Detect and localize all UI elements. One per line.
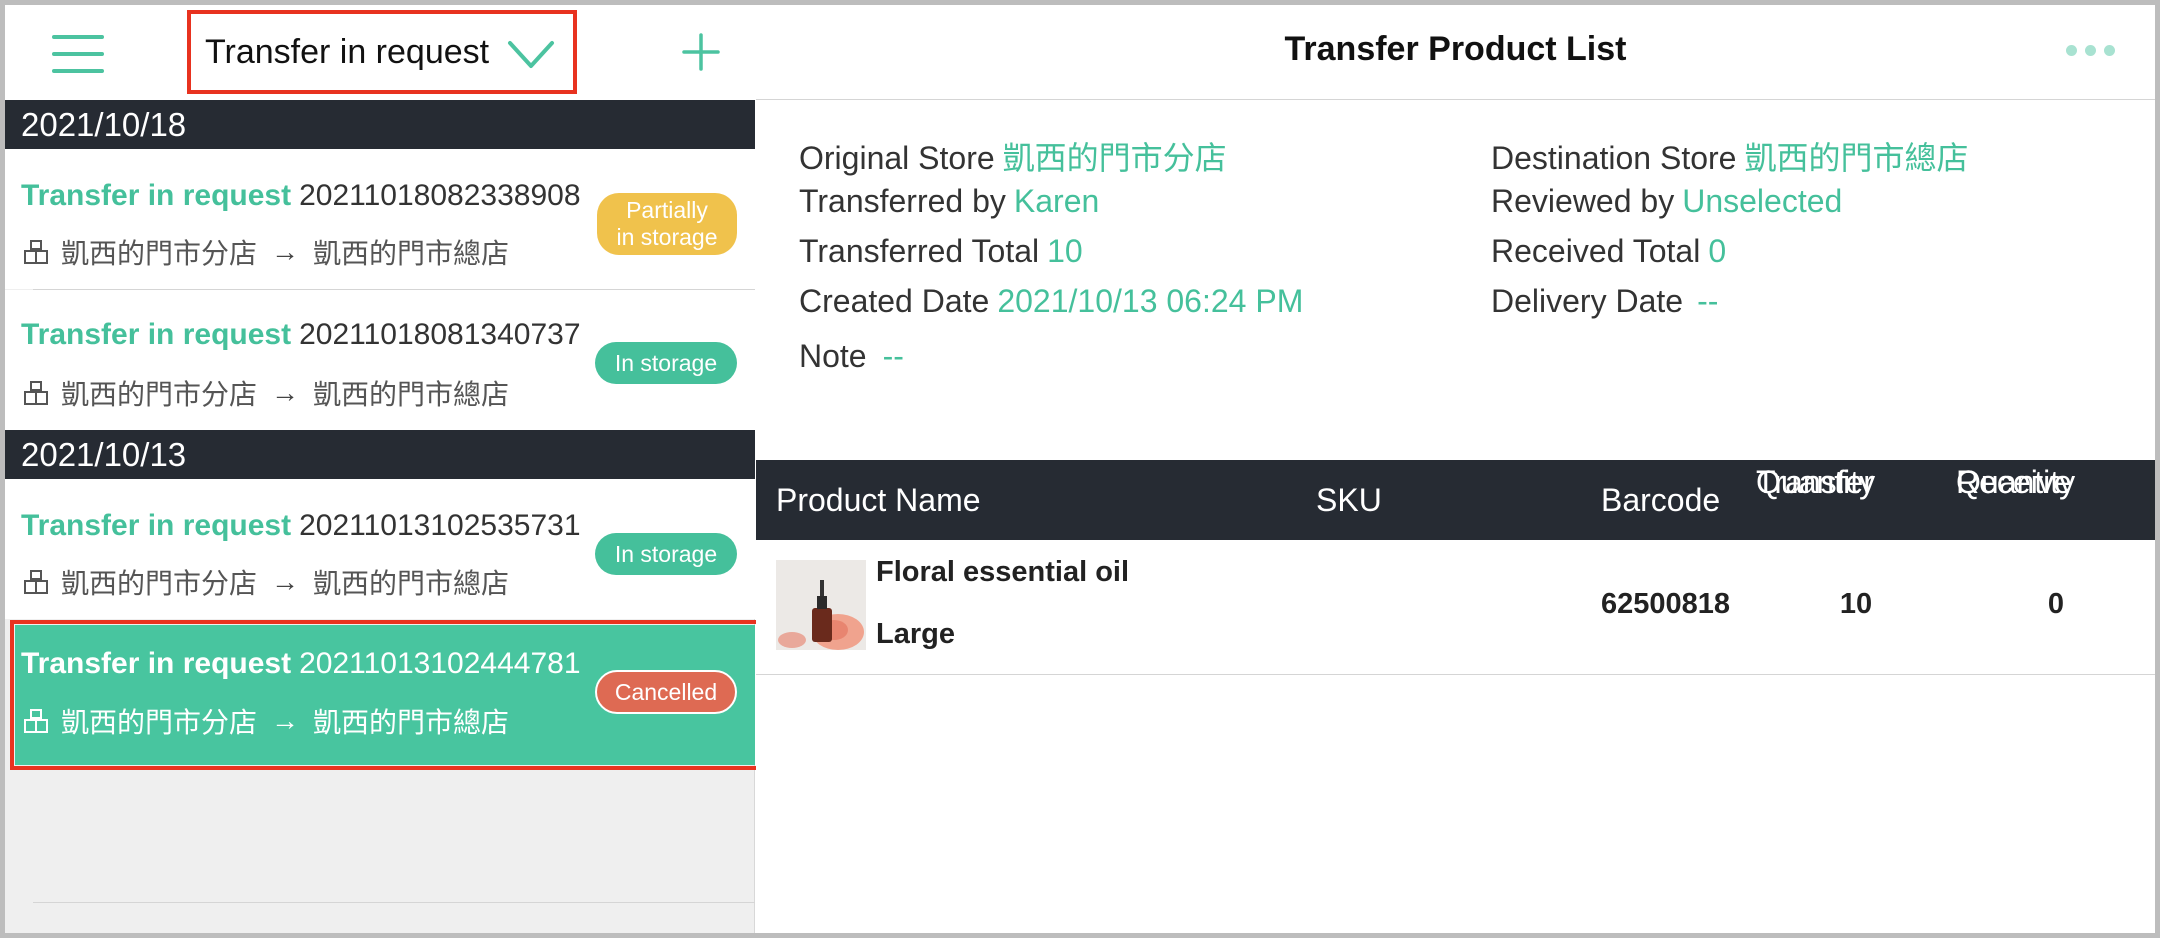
detail-header: Transfer Product List xyxy=(756,5,2155,100)
col-product-name: Product Name xyxy=(776,482,981,518)
product-barcode: 62500818 xyxy=(1601,588,1731,620)
to-store: 凱西的門市總店 xyxy=(313,707,510,738)
date-header: 2021/10/18 xyxy=(5,100,755,149)
arrow-right-icon: → xyxy=(271,377,300,408)
status-badge: In storage xyxy=(595,533,737,575)
receive-quantity: 0 xyxy=(2047,588,2065,620)
list-item[interactable]: Transfer in request 20211018082338908 凱西的… xyxy=(5,149,755,289)
col-barcode: Barcode xyxy=(1601,482,1721,518)
from-store: 凱西的門市分店 xyxy=(61,568,258,599)
list-header: Transfer in request xyxy=(5,5,755,100)
list-item[interactable]: Transfer in request 20211013102535731 凱西的… xyxy=(5,479,755,619)
chevron-down-icon xyxy=(508,41,554,68)
delivery-date: Delivery Date -- xyxy=(1491,283,1719,319)
transfer-number: 20211013102444781 xyxy=(299,647,581,680)
transfer-number: 20211013102535731 xyxy=(299,509,581,542)
transfer-quantity: 10 xyxy=(1839,588,1873,620)
arrow-right-icon: → xyxy=(271,236,300,267)
original-store: Original Store 凱西的門市分店 xyxy=(799,140,1227,176)
transfer-type-dropdown[interactable]: Transfer in request xyxy=(187,10,577,94)
table-row[interactable]: Floral essential oil Large 62500818 10 0 xyxy=(756,540,2155,675)
transfer-number: 20211018081340737 xyxy=(299,318,581,351)
store-icon xyxy=(24,381,48,405)
page-title: Transfer Product List xyxy=(1284,30,1627,68)
status-badge: Cancelled xyxy=(595,670,737,714)
divider xyxy=(33,902,755,903)
store-icon xyxy=(24,570,48,594)
from-store: 凱西的門市分店 xyxy=(61,238,258,269)
to-store: 凱西的門市總店 xyxy=(313,379,510,410)
destination-store: Destination Store 凱西的門市總店 xyxy=(1491,140,1969,176)
to-store: 凱西的門市總店 xyxy=(313,568,510,599)
transferred-by: Transferred by Karen xyxy=(799,183,1100,219)
status-badge: In storage xyxy=(595,342,737,384)
arrow-right-icon: → xyxy=(271,705,300,736)
col-sku: SKU xyxy=(1316,482,1382,518)
transfer-type: Transfer in request xyxy=(21,318,292,351)
received-total: Received Total 0 xyxy=(1491,233,1727,269)
list-item[interactable]: Transfer in request 20211018081340737 凱西的… xyxy=(5,290,755,430)
menu-icon[interactable] xyxy=(52,35,104,73)
transfer-type: Transfer in request xyxy=(21,647,292,680)
detail-pane: Transfer Product List Original Store 凱西的門… xyxy=(756,5,2155,933)
from-store: 凱西的門市分店 xyxy=(61,707,258,738)
from-store: 凱西的門市分店 xyxy=(61,379,258,410)
product-name: Floral essential oil xyxy=(876,556,1130,588)
transfer-type: Transfer in request xyxy=(21,179,292,212)
app-frame: Transfer in request 2021/10/18 Transfer … xyxy=(5,5,2155,933)
date-header: 2021/10/13 xyxy=(5,430,755,479)
note: Note -- xyxy=(799,338,904,374)
add-icon[interactable] xyxy=(681,32,721,72)
transfer-type: Transfer in request xyxy=(21,509,292,542)
reviewed-by[interactable]: Reviewed by Unselected xyxy=(1491,183,1842,220)
table-header: Product Name SKU Barcode Transfer Quantit… xyxy=(756,460,2155,540)
product-thumbnail xyxy=(776,560,866,650)
more-icon[interactable] xyxy=(2066,45,2115,56)
transfer-number: 20211018082338908 xyxy=(299,179,581,212)
store-icon xyxy=(24,709,48,733)
store-icon xyxy=(24,240,48,264)
dropdown-label: Transfer in request xyxy=(205,32,490,71)
to-store: 凱西的門市總店 xyxy=(313,238,510,269)
transferred-total: Transferred Total 10 xyxy=(799,233,1083,269)
list-item-selected[interactable]: Transfer in request 20211013102444781 凱西的… xyxy=(15,625,755,765)
arrow-right-icon: → xyxy=(271,566,300,597)
product-variant: Large xyxy=(876,618,955,650)
transfer-list-pane: Transfer in request 2021/10/18 Transfer … xyxy=(5,5,755,933)
status-badge: Partially in storage xyxy=(597,193,737,255)
created-date: Created Date 2021/10/13 06:24 PM xyxy=(799,283,1304,319)
